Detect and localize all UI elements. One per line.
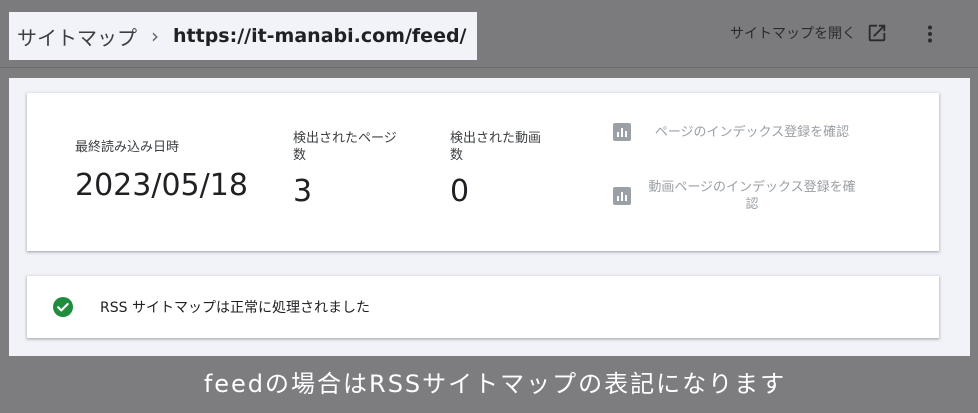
check-video-indexing-label: 動画ページのインデックス登録を確認: [648, 180, 856, 212]
open-in-new-icon: [868, 24, 886, 42]
status-message: RSS サイトマップは正常に処理されました: [100, 300, 370, 316]
check-page-indexing-label: ページのインデックス登録を確認: [654, 124, 850, 140]
open-sitemap-link[interactable]: サイトマップを開く: [730, 22, 888, 44]
breadcrumb: サイトマップ › https://it-manabi.com/feed/: [9, 12, 477, 60]
bar-chart-icon: [613, 123, 631, 141]
check-circle-icon: [53, 297, 73, 317]
last-read-stat: 最終読み込み日時 2023/05/18: [75, 139, 248, 203]
sitemap-detail-panel: 最終読み込み日時 2023/05/18 検出されたページ数 3 検出された動画数…: [9, 78, 970, 356]
breadcrumb-sitemaps-link[interactable]: サイトマップ: [17, 22, 137, 51]
videos-found-value: 0: [450, 174, 470, 209]
videos-found-stat: 検出された動画数 0: [450, 130, 550, 209]
pages-found-value: 3: [293, 174, 313, 209]
videos-found-label: 検出された動画数: [450, 131, 542, 163]
pages-found-stat: 検出されたページ数 3: [293, 130, 403, 209]
pages-found-label: 検出されたページ数: [293, 131, 397, 163]
top-bar: サイトマップ › https://it-manabi.com/feed/ サイト…: [0, 0, 978, 68]
check-page-indexing-button[interactable]: ページのインデックス登録を確認: [613, 123, 859, 141]
breadcrumb-current-url: https://it-manabi.com/feed/: [173, 25, 467, 47]
sitemap-status-card: RSS サイトマップは正常に処理されました: [27, 276, 939, 338]
bar-chart-icon: [613, 187, 631, 205]
open-sitemap-label: サイトマップを開く: [730, 26, 856, 42]
chevron-right-icon: ›: [151, 24, 159, 48]
last-read-label: 最終読み込み日時: [75, 140, 180, 155]
check-video-indexing-button[interactable]: 動画ページのインデックス登録を確認: [613, 179, 859, 213]
more-vert-icon[interactable]: [918, 22, 942, 46]
sitemap-stats-card: 最終読み込み日時 2023/05/18 検出されたページ数 3 検出された動画数…: [27, 93, 939, 251]
caption-text: feedの場合はRSSサイトマップの表記になります: [203, 370, 787, 398]
last-read-value: 2023/05/18: [75, 168, 248, 203]
